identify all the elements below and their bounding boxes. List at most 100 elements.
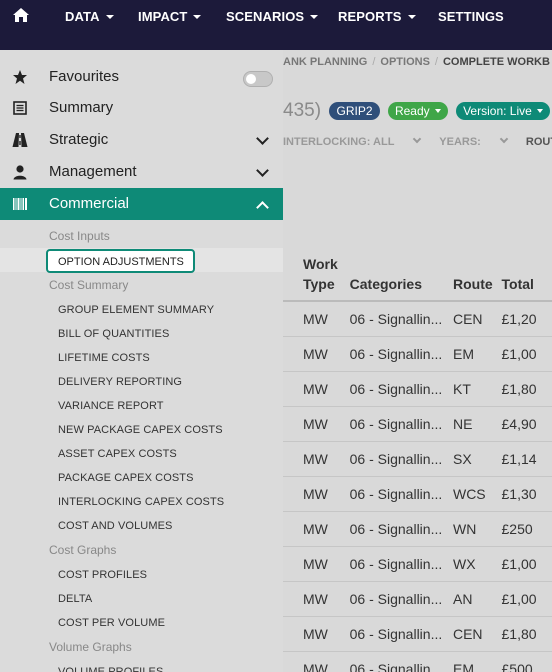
cell-category: 06 - Signallin...: [349, 371, 453, 407]
sidebar-menu: Favourites Summary Strategic Management …: [0, 50, 283, 672]
sidebar-item-management[interactable]: Management: [0, 156, 283, 188]
star-icon: [13, 70, 27, 84]
road-icon: [12, 133, 28, 147]
sidebar-item-strategic[interactable]: Strategic: [0, 124, 283, 156]
submenu-link[interactable]: NEW PACKAGE CAPEX COSTS: [58, 424, 223, 436]
cell-category: 06 - Signallin...: [349, 581, 453, 617]
nav-impact[interactable]: IMPACT: [138, 9, 202, 24]
cell-route: NE: [452, 406, 502, 442]
table-header-row: Work Type Categories Route Total: [283, 254, 552, 302]
cell-route: WCS: [452, 476, 502, 512]
cell-work-type: MW: [283, 616, 350, 652]
cell-category: 06 - Signallin...: [349, 546, 453, 582]
table-row[interactable]: MW 06 - Signallin... SX £1,14: [283, 441, 552, 477]
page-title-row: 435) GRIP2 Ready Version: Live: [283, 100, 550, 124]
cell-category: 06 - Signallin...: [349, 476, 453, 512]
cell-work-type: MW: [283, 511, 350, 547]
breadcrumb-item[interactable]: ANK PLANNING: [283, 56, 367, 68]
cell-total: £1,00: [501, 581, 552, 617]
cell-work-type: MW: [283, 371, 350, 407]
table-row[interactable]: MW 06 - Signallin... CEN £1,20: [283, 301, 552, 337]
table-row[interactable]: MW 06 - Signallin... WCS £1,30: [283, 476, 552, 512]
submenu-link[interactable]: ASSET CAPEX COSTS: [58, 448, 177, 460]
col-total[interactable]: Total: [501, 254, 552, 302]
table-row[interactable]: MW 06 - Signallin... WX £1,00: [283, 546, 552, 582]
table-row[interactable]: MW 06 - Signallin... EM £1,00: [283, 336, 552, 372]
cell-work-type: MW: [283, 406, 350, 442]
option-adjustments-link[interactable]: OPTION ADJUSTMENTS: [46, 249, 195, 273]
cell-route: EM: [452, 651, 502, 672]
cell-work-type: MW: [283, 651, 350, 672]
submenu-link[interactable]: BILL OF QUANTITIES: [58, 328, 169, 340]
submenu-link[interactable]: COST PROFILES: [58, 569, 147, 581]
cell-work-type: MW: [283, 581, 350, 617]
nav-data[interactable]: DATA: [65, 9, 114, 24]
cell-work-type: MW: [283, 441, 350, 477]
cell-route: EM: [452, 336, 502, 372]
home-icon[interactable]: [12, 6, 30, 24]
nav-reports[interactable]: REPORTS: [338, 9, 416, 24]
table-row[interactable]: MW 06 - Signallin... AN £1,00: [283, 581, 552, 617]
sidebar-item-favourites[interactable]: Favourites: [0, 61, 283, 93]
cell-category: 06 - Signallin...: [349, 511, 453, 547]
costs-table: Work Type Categories Route Total MW 06 - S…: [283, 254, 552, 672]
submenu-link[interactable]: DELIVERY REPORTING: [58, 376, 182, 388]
breadcrumb-item[interactable]: OPTIONS: [380, 56, 430, 68]
table-row[interactable]: MW 06 - Signallin... NE £4,90: [283, 406, 552, 442]
cell-category: 06 - Signallin...: [349, 406, 453, 442]
col-categories[interactable]: Categories: [349, 254, 453, 302]
cost-summary-heading: Cost Summary: [49, 278, 129, 292]
submenu-link[interactable]: COST PER VOLUME: [58, 617, 165, 629]
submenu-link[interactable]: DELTA: [58, 593, 92, 605]
submenu-link[interactable]: VOLUME PROFILES: [58, 666, 163, 672]
table-row[interactable]: MW 06 - Signallin... WN £250: [283, 511, 552, 547]
chevron-down-icon: [256, 132, 269, 145]
submenu-link[interactable]: LIFETIME COSTS: [58, 352, 150, 364]
cell-work-type: MW: [283, 476, 350, 512]
years-filter[interactable]: YEARS:: [439, 134, 509, 148]
chevron-up-icon: [256, 201, 269, 214]
cell-route: WX: [452, 546, 502, 582]
summary-icon: [13, 101, 27, 115]
submenu-link[interactable]: INTERLOCKING CAPEX COSTS: [58, 496, 224, 508]
caret-down-icon: [536, 109, 543, 113]
cell-total: £1,00: [501, 546, 552, 582]
interlocking-filter[interactable]: INTERLOCKING: ALL: [283, 134, 422, 148]
cell-route: SX: [452, 441, 502, 477]
submenu-link[interactable]: COST AND VOLUMES: [58, 520, 172, 532]
cell-category: 06 - Signallin...: [349, 441, 453, 477]
col-route[interactable]: Route: [452, 254, 502, 302]
route-filter[interactable]: ROUTE: ALL: [526, 136, 552, 148]
cell-category: 06 - Signallin...: [349, 651, 453, 672]
table-row[interactable]: MW 06 - Signallin... KT £1,80: [283, 371, 552, 407]
breadcrumb: ANK PLANNING / OPTIONS / COMPLETE WORKB: [283, 56, 550, 68]
table-row[interactable]: MW 06 - Signallin... EM £500: [283, 651, 552, 672]
main-content: ANK PLANNING / OPTIONS / COMPLETE WORKB 435)…: [283, 50, 552, 672]
col-work-type[interactable]: Work Type: [283, 254, 350, 302]
submenu-link[interactable]: VARIANCE REPORT: [58, 400, 164, 412]
sidebar-item-commercial[interactable]: Commercial: [0, 188, 283, 220]
cell-route: AN: [452, 581, 502, 617]
caret-down-icon: [407, 15, 416, 19]
top-navbar: DATA IMPACT SCENARIOS REPORTS SETTINGS: [0, 0, 552, 50]
grip-badge: GRIP2: [329, 102, 380, 120]
favourites-toggle[interactable]: [243, 71, 273, 87]
page-title: 435): [283, 100, 322, 121]
nav-scenarios[interactable]: SCENARIOS: [226, 9, 319, 24]
cell-total: £1,14: [501, 441, 552, 477]
table-row[interactable]: MW 06 - Signallin... CEN £1,80: [283, 616, 552, 652]
sidebar-item-summary[interactable]: Summary: [0, 92, 283, 124]
status-badge[interactable]: Ready: [387, 102, 448, 120]
cell-total: £500: [501, 651, 552, 672]
submenu-link[interactable]: GROUP ELEMENT SUMMARY: [58, 304, 214, 316]
version-badge[interactable]: Version: Live: [456, 102, 550, 120]
cell-total: £1,30: [501, 476, 552, 512]
submenu-link[interactable]: PACKAGE CAPEX COSTS: [58, 472, 194, 484]
nav-settings[interactable]: SETTINGS: [438, 9, 504, 24]
cost-inputs-heading: Cost Inputs: [49, 229, 110, 243]
cell-total: £4,90: [501, 406, 552, 442]
cell-total: £250: [501, 511, 552, 547]
cell-route: WN: [452, 511, 502, 547]
cell-total: £1,00: [501, 336, 552, 372]
cell-route: CEN: [452, 616, 502, 652]
